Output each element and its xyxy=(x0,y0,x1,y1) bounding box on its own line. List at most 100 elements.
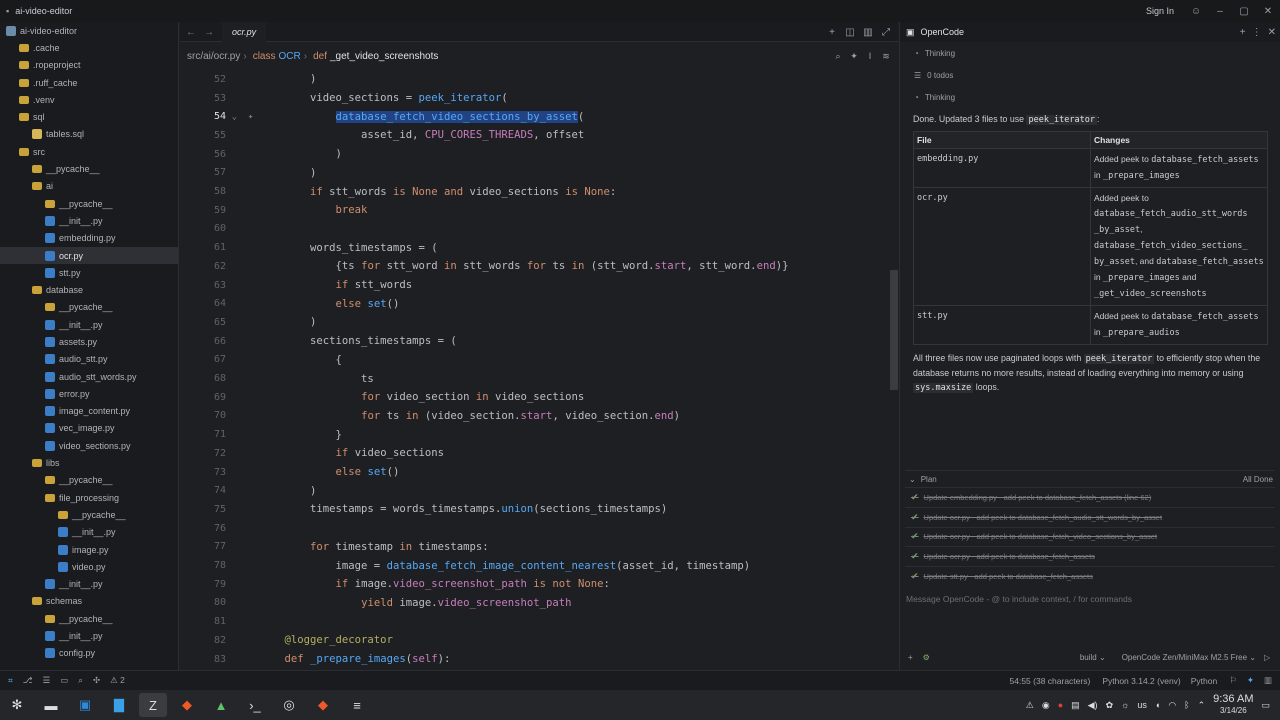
terminal-icon[interactable]: ›_ xyxy=(241,693,269,717)
clipboard-icon[interactable]: ▤ xyxy=(1071,700,1080,711)
tree-item[interactable]: file_processing xyxy=(0,489,178,506)
tree-item[interactable]: video.py xyxy=(0,558,178,575)
add-context-icon[interactable]: + xyxy=(908,653,913,662)
dock-icon[interactable]: ⌗ xyxy=(8,675,13,686)
status-thinking[interactable]: ◔ Thinking xyxy=(900,86,1280,108)
search-icon[interactable]: ⌕ xyxy=(78,675,83,686)
tree-item[interactable]: .ropeproject xyxy=(0,57,178,74)
agent-icon[interactable]: ⚙ xyxy=(923,653,930,662)
maximize-button[interactable]: ▢ xyxy=(1232,0,1256,22)
tree-item[interactable]: video_sections.py xyxy=(0,437,178,454)
tree-item[interactable]: ocr.py xyxy=(0,246,178,265)
mode-select[interactable]: build ⌄ xyxy=(1080,653,1106,662)
expand-icon[interactable]: ⤢ xyxy=(878,22,894,42)
settings-icon[interactable]: ≋ xyxy=(880,51,892,62)
tree-item[interactable]: assets.py xyxy=(0,333,178,350)
tree-item[interactable]: __pycache__ xyxy=(0,160,178,177)
notifications-icon[interactable]: ⚐ xyxy=(1229,675,1237,686)
fold-icon[interactable]: ⌄ ✦ xyxy=(226,112,259,122)
code-area[interactable]: 52 ) 53 video_sections = peek_iterator( … xyxy=(180,70,898,670)
editor-scrollbar[interactable] xyxy=(890,270,898,390)
clock[interactable]: 9:36 AM 3/14/26 xyxy=(1213,694,1253,716)
tree-item[interactable]: __init__.py xyxy=(0,524,178,541)
tree-item[interactable]: stt.py xyxy=(0,264,178,281)
message-input[interactable]: Message OpenCode - @ to include context,… xyxy=(906,594,1132,604)
terminal-icon[interactable]: ▭ xyxy=(60,675,68,686)
tree-item[interactable]: audio_stt.py xyxy=(0,351,178,368)
tree-item[interactable]: __pycache__ xyxy=(0,472,178,489)
language-mode[interactable]: Python xyxy=(1191,676,1217,686)
cursor-position[interactable]: 54:55 (38 characters) xyxy=(1010,676,1091,686)
tree-item[interactable]: image.py xyxy=(0,541,178,558)
tree-item[interactable]: src xyxy=(0,143,178,160)
assistant-icon[interactable]: ✦ xyxy=(848,51,860,62)
database-icon[interactable]: ≡ xyxy=(343,693,371,717)
breadcrumb-path[interactable]: src/ai/ocr.py xyxy=(187,51,240,62)
assistant-icon[interactable]: ✦ xyxy=(1247,675,1254,686)
user-icon[interactable]: ☺ xyxy=(1184,0,1208,22)
send-icon[interactable]: ▷ xyxy=(1264,653,1270,662)
network-alert-icon[interactable]: ⚠ xyxy=(1026,700,1034,711)
tree-item[interactable]: .cache xyxy=(0,39,178,56)
tree-item[interactable]: sql xyxy=(0,108,178,125)
tree-item[interactable]: image_content.py xyxy=(0,403,178,420)
brave-browser-icon[interactable]: ◆ xyxy=(173,693,201,717)
tree-item[interactable]: __init__.py xyxy=(0,576,178,593)
brave-browser-icon[interactable]: ◆ xyxy=(309,693,337,717)
tree-item[interactable]: error.py xyxy=(0,385,178,402)
panel-right-icon[interactable]: ▥ xyxy=(1264,675,1272,686)
forward-arrow-icon[interactable]: → xyxy=(200,22,218,42)
split-icon[interactable]: ◫ xyxy=(842,22,858,42)
cursor-icon[interactable]: I xyxy=(864,51,876,61)
sign-in-button[interactable]: Sign In xyxy=(1146,6,1174,16)
tree-item[interactable]: __init__.py xyxy=(0,627,178,644)
app-menu-icon[interactable]: ▪ xyxy=(6,6,9,16)
tree-item[interactable]: __pycache__ xyxy=(0,610,178,627)
debug-icon[interactable]: ✣ xyxy=(93,675,100,686)
file-manager-icon[interactable]: ▇ xyxy=(105,693,133,717)
tree-item[interactable]: __init__.py xyxy=(0,316,178,333)
volume-icon[interactable]: ◀) xyxy=(1088,700,1098,711)
tree-item[interactable]: ai xyxy=(0,178,178,195)
brightness-icon[interactable]: ☼ xyxy=(1121,700,1129,710)
monitor-icon[interactable]: ▲ xyxy=(207,693,235,717)
microphone-icon[interactable]: ◖ xyxy=(1155,700,1160,710)
new-session-icon[interactable]: + xyxy=(1240,27,1246,38)
tree-item[interactable]: libs xyxy=(0,454,178,471)
tab-ocr-py[interactable]: ocr.py xyxy=(222,21,267,42)
breadcrumb-function[interactable]: _get_video_screenshots xyxy=(330,51,438,62)
list-icon[interactable]: ☰ xyxy=(43,675,51,686)
tree-item[interactable]: config.py xyxy=(0,645,178,662)
close-panel-icon[interactable]: ✕ xyxy=(1268,27,1276,38)
search-icon[interactable]: ⌕ xyxy=(832,51,844,62)
tree-item[interactable]: __pycache__ xyxy=(0,195,178,212)
more-icon[interactable]: ⋮ xyxy=(1252,27,1262,38)
tree-root[interactable]: ai-video-editor xyxy=(0,22,178,39)
breadcrumb-class[interactable]: OCR xyxy=(279,51,301,62)
wifi-icon[interactable]: ◠ xyxy=(1168,700,1176,711)
tree-item[interactable]: __init__.py xyxy=(0,212,178,229)
tree-item[interactable]: __pycache__ xyxy=(0,506,178,523)
obs-icon[interactable]: ◎ xyxy=(275,693,303,717)
bluetooth-icon[interactable]: ᛒ xyxy=(1184,700,1189,710)
status-thinking[interactable]: ◔ Thinking xyxy=(900,42,1280,64)
back-arrow-icon[interactable]: ← xyxy=(182,22,200,42)
new-tab-icon[interactable]: + xyxy=(824,22,840,42)
tree-item[interactable]: .venv xyxy=(0,91,178,108)
desktop-icon[interactable]: ▬ xyxy=(37,693,65,717)
keyboard-layout[interactable]: us xyxy=(1137,700,1147,710)
python-interpreter[interactable]: Python 3.14.2 (venv) xyxy=(1102,676,1180,686)
tree-item[interactable]: vec_image.py xyxy=(0,420,178,437)
tree-item[interactable]: embedding.py xyxy=(0,230,178,247)
start-menu-icon[interactable]: ✻ xyxy=(3,693,31,717)
git-branch-icon[interactable]: ⎇ xyxy=(23,675,33,686)
close-button[interactable]: ✕ xyxy=(1256,0,1280,22)
tray-expand-icon[interactable]: ⌃ xyxy=(1198,700,1206,711)
tree-item[interactable]: __pycache__ xyxy=(0,299,178,316)
tree-item[interactable]: schemas xyxy=(0,593,178,610)
minimize-button[interactable]: – xyxy=(1208,0,1232,22)
diagnostics-icon[interactable]: ⚠ 2 xyxy=(110,675,125,686)
zed-editor-icon[interactable]: Z xyxy=(139,693,167,717)
app-store-icon[interactable]: ▣ xyxy=(71,693,99,717)
tree-item[interactable]: .ruff_cache xyxy=(0,74,178,91)
